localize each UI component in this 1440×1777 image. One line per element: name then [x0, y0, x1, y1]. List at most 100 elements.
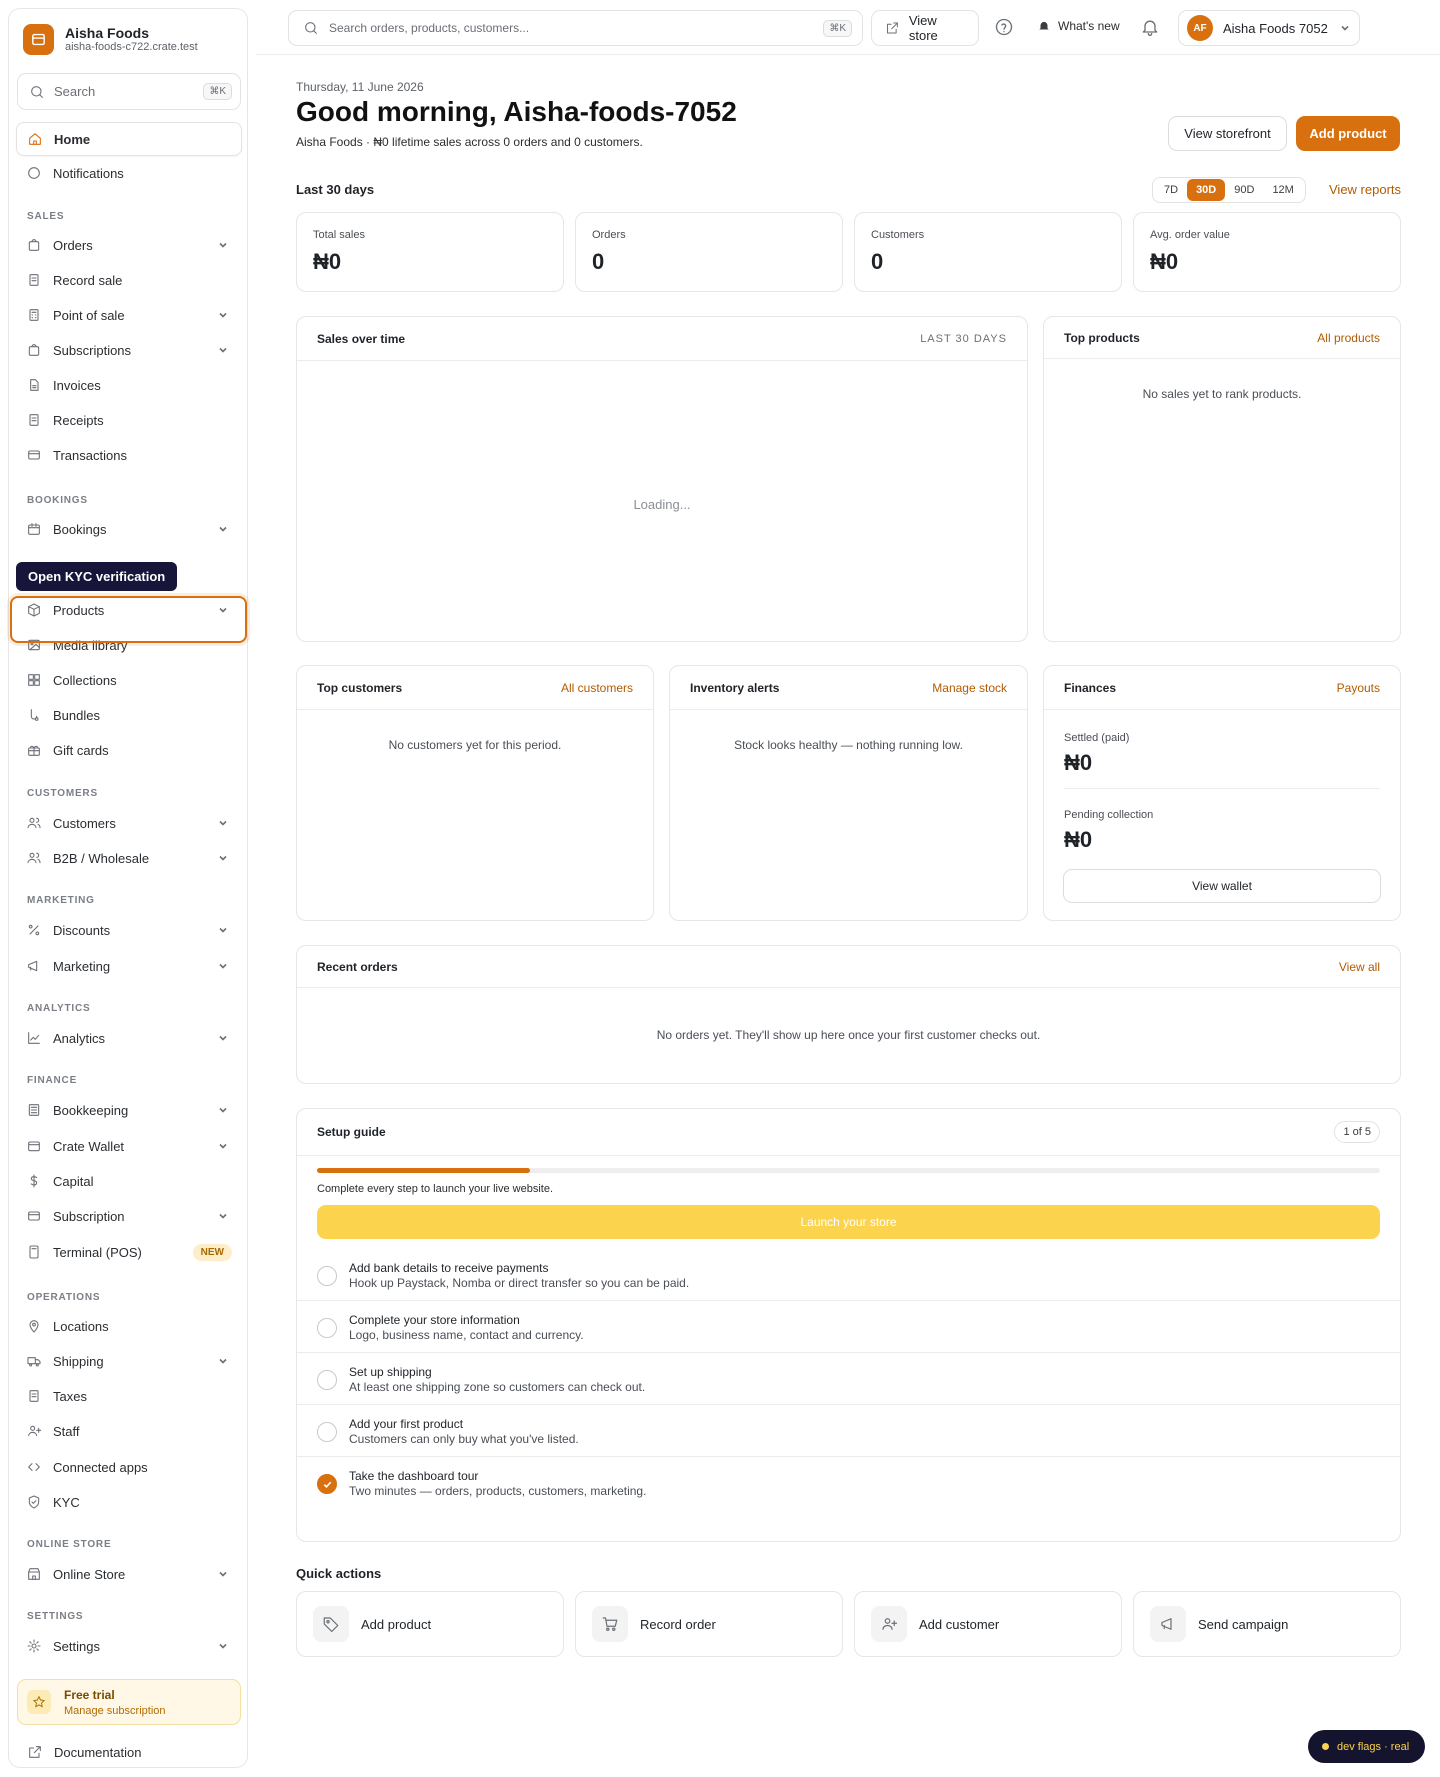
chevron-down-icon[interactable]: [217, 1140, 229, 1152]
view-storefront-button[interactable]: View storefront: [1168, 116, 1287, 151]
range-12m[interactable]: 12M: [1263, 179, 1302, 201]
setup-step[interactable]: Add bank details to receive payments Hook…: [297, 1249, 1400, 1301]
chevron-down-icon[interactable]: [217, 1210, 229, 1222]
sidebar-item-invoices[interactable]: Invoices: [16, 368, 242, 402]
launch-store-button[interactable]: Launch your store: [317, 1205, 1380, 1239]
setup-step[interactable]: Take the dashboard tour Two minutes — ord…: [297, 1457, 1400, 1508]
sidebar-item-taxes[interactable]: Taxes: [16, 1379, 242, 1413]
account-menu[interactable]: AF Aisha Foods 7052: [1178, 10, 1360, 46]
sidebar-item-locations[interactable]: Locations: [16, 1309, 242, 1343]
payouts-link[interactable]: Payouts: [1337, 681, 1380, 695]
chevron-down-icon[interactable]: [217, 523, 229, 535]
sidebar-item-receipts[interactable]: Receipts: [16, 403, 242, 437]
chevron-down-icon[interactable]: [217, 1355, 229, 1367]
sidebar-item-bundles[interactable]: Bundles: [16, 698, 242, 732]
summary-text: · ₦0 lifetime sales across 0 orders and …: [362, 135, 643, 149]
view-store-button[interactable]: View store: [871, 10, 979, 46]
chevron-down-icon[interactable]: [217, 239, 229, 251]
chevron-down-icon[interactable]: [217, 852, 229, 864]
sidebar-item-label: Locations: [53, 1318, 109, 1334]
sidebar-item-bookkeeping[interactable]: Bookkeeping: [16, 1093, 242, 1127]
step-checkbox[interactable]: [317, 1370, 337, 1390]
chevron-down-icon[interactable]: [217, 1032, 229, 1044]
sidebar-item-gift-cards[interactable]: Gift cards: [16, 733, 242, 767]
all-customers-link[interactable]: All customers: [561, 681, 633, 695]
setup-step[interactable]: Set up shipping At least one shipping zon…: [297, 1353, 1400, 1405]
code-icon: [28, 1463, 40, 1471]
sidebar-item-marketing[interactable]: Marketing: [16, 949, 242, 983]
global-search[interactable]: Search orders, products, customers... ⌘K: [288, 10, 863, 46]
sidebar-item-bookings[interactable]: Bookings: [16, 512, 242, 546]
quick-action-send-campaign[interactable]: Send campaign: [1133, 1591, 1401, 1657]
chevron-down-icon[interactable]: [217, 924, 229, 936]
sidebar-item-record-sale[interactable]: Record sale: [16, 263, 242, 297]
chevron-down-icon[interactable]: [217, 817, 229, 829]
whats-new-button[interactable]: What's new: [1037, 19, 1120, 33]
sidebar-item-customers[interactable]: Customers: [16, 806, 242, 840]
dev-flags-pill[interactable]: dev flags · real: [1308, 1730, 1425, 1763]
sidebar-item-b2b[interactable]: B2B / Wholesale: [16, 841, 242, 875]
sidebar-item-terminal[interactable]: Terminal (POS) NEW: [16, 1235, 242, 1269]
sidebar-search[interactable]: Search ⌘K: [17, 73, 241, 110]
kpi-label: Total sales: [313, 229, 365, 241]
range-90d[interactable]: 90D: [1225, 179, 1263, 201]
loading-text: Loading...: [633, 497, 691, 512]
chevron-down-icon[interactable]: [217, 1104, 229, 1116]
sidebar-item-subscriptions[interactable]: Subscriptions: [16, 333, 242, 367]
sidebar-item-label: Staff: [53, 1423, 80, 1439]
step-checkbox[interactable]: [317, 1266, 337, 1286]
check-icon[interactable]: [317, 1474, 337, 1494]
sidebar-item-home[interactable]: Home: [16, 122, 242, 156]
free-trial-card[interactable]: Free trial Manage subscription: [17, 1679, 241, 1725]
sidebar-item-online-store[interactable]: Online Store: [16, 1557, 242, 1591]
section-marketing: MARKETING: [27, 895, 95, 906]
sidebar-item-collections[interactable]: Collections: [16, 663, 242, 697]
quick-action-record-order[interactable]: Record order: [575, 1591, 843, 1657]
sidebar-item-notifications[interactable]: Notifications: [16, 156, 242, 190]
chevron-down-icon[interactable]: [217, 1640, 229, 1652]
view-reports-link[interactable]: View reports: [1329, 182, 1401, 197]
sidebar-item-crate-wallet[interactable]: Crate Wallet: [16, 1129, 242, 1163]
step-checkbox[interactable]: [317, 1318, 337, 1338]
sidebar-item-capital[interactable]: Capital: [16, 1164, 242, 1198]
manage-stock-link[interactable]: Manage stock: [932, 681, 1007, 695]
quick-action-add-product[interactable]: Add product: [296, 1591, 564, 1657]
kpi-label: Avg. order value: [1150, 229, 1230, 241]
brand[interactable]: Aisha Foods aisha-foods-c722.crate.test: [23, 24, 198, 55]
sidebar-item-orders[interactable]: Orders: [16, 228, 242, 262]
chevron-down-icon[interactable]: [217, 960, 229, 972]
sidebar-item-connected-apps[interactable]: Connected apps: [16, 1450, 242, 1484]
help-icon[interactable]: [994, 17, 1014, 37]
manage-subscription-link[interactable]: Manage subscription: [64, 1705, 166, 1717]
view-all-orders-link[interactable]: View all: [1339, 960, 1380, 974]
percent-icon: [28, 924, 40, 936]
sidebar-item-discounts[interactable]: Discounts: [16, 913, 242, 947]
free-trial-title: Free trial: [64, 1687, 115, 1702]
add-product-button[interactable]: Add product: [1296, 116, 1400, 151]
empty-state: No orders yet. They'll show up here once…: [656, 1028, 1041, 1042]
sidebar-item-subscription[interactable]: Subscription: [16, 1199, 242, 1233]
documentation-link[interactable]: Documentation: [27, 1744, 141, 1760]
sidebar-item-transactions[interactable]: Transactions: [16, 438, 242, 472]
all-products-link[interactable]: All products: [1317, 331, 1380, 345]
step-checkbox[interactable]: [317, 1422, 337, 1442]
sidebar-item-label: Bookings: [53, 521, 107, 537]
map-pin-icon: [29, 1320, 39, 1333]
view-wallet-button[interactable]: View wallet: [1063, 869, 1381, 903]
setup-step[interactable]: Complete your store information Logo, bus…: [297, 1301, 1400, 1353]
sidebar-item-kyc[interactable]: KYC: [16, 1485, 242, 1519]
sidebar-item-staff[interactable]: Staff: [16, 1414, 242, 1448]
sidebar-item-point-of-sale[interactable]: Point of sale: [16, 298, 242, 332]
range-30d[interactable]: 30D: [1187, 179, 1226, 201]
range-7d[interactable]: 7D: [1155, 179, 1187, 201]
bell-icon[interactable]: [1140, 17, 1160, 37]
sidebar-item-shipping[interactable]: Shipping: [16, 1344, 242, 1378]
sidebar-item-settings[interactable]: Settings: [16, 1629, 242, 1663]
sidebar-item-analytics[interactable]: Analytics: [16, 1021, 242, 1055]
chevron-down-icon[interactable]: [217, 309, 229, 321]
kpi-total-sales: Total sales ₦0: [296, 212, 564, 292]
chevron-down-icon[interactable]: [217, 344, 229, 356]
setup-step[interactable]: Add your first product Customers can only…: [297, 1405, 1400, 1457]
chevron-down-icon[interactable]: [217, 1568, 229, 1580]
quick-action-add-customer[interactable]: Add customer: [854, 1591, 1122, 1657]
